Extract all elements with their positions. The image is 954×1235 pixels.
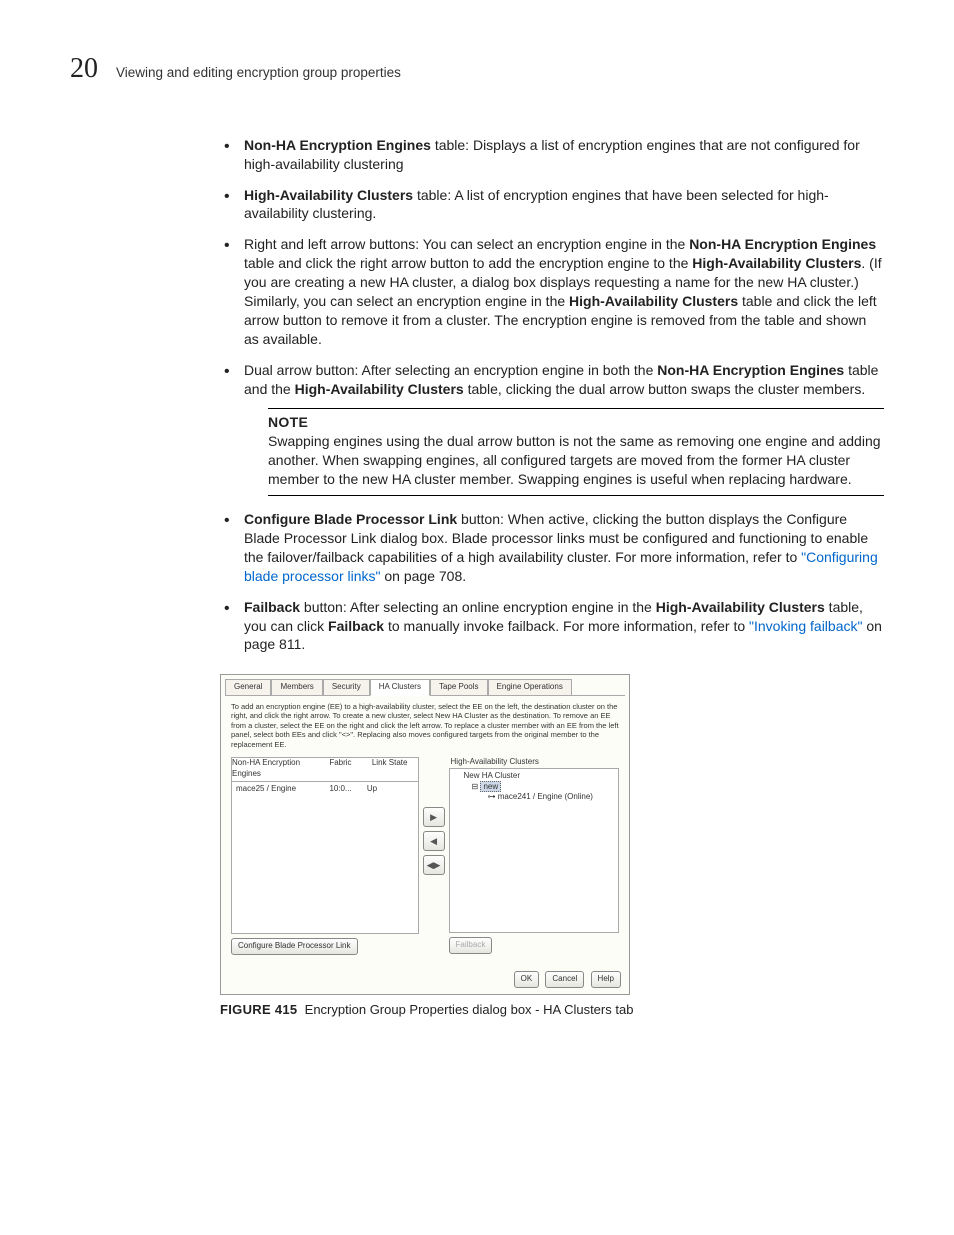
text: table and click the right arrow button t…	[244, 255, 692, 271]
col-header: Link State	[372, 758, 418, 780]
cell-fabric: 10:0...	[329, 784, 366, 795]
tree-item-label: mace241 / Engine (Online)	[498, 792, 593, 801]
failback-button[interactable]: Failback	[449, 937, 493, 954]
body-content: Non-HA Encryption Engines table: Display…	[220, 136, 884, 1018]
help-button[interactable]: Help	[591, 971, 621, 988]
tab-tape-pools[interactable]: Tape Pools	[430, 679, 488, 696]
list-item: Failback button: After selecting an onli…	[220, 598, 884, 655]
list-item: Right and left arrow buttons: You can se…	[220, 235, 884, 348]
ha-clusters-tree[interactable]: New HA Cluster ⊟ new ⊶ mace241 / Engine …	[449, 768, 619, 933]
chapter-title: Viewing and editing encryption group pro…	[116, 64, 401, 82]
tree-item-new-ha-cluster[interactable]: New HA Cluster	[454, 771, 614, 782]
tree-item-cluster[interactable]: ⊟ new	[454, 782, 614, 793]
dialog-encryption-group-properties: General Members Security HA Clusters Tap…	[220, 674, 630, 994]
chapter-number: 20	[70, 50, 98, 88]
note-label: NOTE	[268, 413, 884, 432]
term: High-Availability Clusters	[295, 381, 464, 397]
col-header: Fabric	[329, 758, 366, 780]
cell-engine[interactable]: mace25 / Engine	[236, 784, 329, 795]
tree-item-engine[interactable]: ⊶ mace241 / Engine (Online)	[454, 792, 614, 803]
term: High-Availability Clusters	[656, 599, 825, 615]
tab-engine-operations[interactable]: Engine Operations	[488, 679, 572, 696]
term: High-Availability Clusters	[692, 255, 861, 271]
figure-label: FIGURE 415	[220, 1002, 297, 1017]
term: Configure Blade Processor Link	[244, 511, 457, 527]
ha-clusters-label: High-Availability Clusters	[449, 757, 619, 768]
page-header: 20 Viewing and editing encryption group …	[70, 50, 884, 88]
arrow-right-button[interactable]: ▶	[423, 807, 445, 827]
arrow-left-button[interactable]: ◀	[423, 831, 445, 851]
text: button: After selecting an online encryp…	[300, 599, 656, 615]
list-item: Non-HA Encryption Engines table: Display…	[220, 136, 884, 174]
term: Non-HA Encryption Engines	[244, 137, 431, 153]
note-text: Swapping engines using the dual arrow bu…	[268, 432, 884, 489]
ok-button[interactable]: OK	[514, 971, 540, 988]
tab-security[interactable]: Security	[323, 679, 370, 696]
list-item: Dual arrow button: After selecting an en…	[220, 361, 884, 496]
term: High-Availability Clusters	[244, 187, 413, 203]
tab-strip: General Members Security HA Clusters Tap…	[225, 679, 625, 696]
text: on page 708.	[380, 568, 466, 584]
term: Non-HA Encryption Engines	[657, 362, 844, 378]
tab-general[interactable]: General	[225, 679, 271, 696]
link-invoking-failback[interactable]: "Invoking failback"	[749, 618, 862, 634]
term: Failback	[328, 618, 384, 634]
tree-item-label: new	[480, 781, 501, 792]
arrow-swap-button[interactable]: ◀▶	[423, 855, 445, 875]
tab-members[interactable]: Members	[271, 679, 322, 696]
non-ha-engines-list[interactable]: Non-HA Encryption Engines Fabric Link St…	[231, 757, 419, 934]
cell-link-state: Up	[367, 784, 414, 795]
note-block: NOTE Swapping engines using the dual arr…	[268, 408, 884, 496]
term: Failback	[244, 599, 300, 615]
term: High-Availability Clusters	[569, 293, 738, 309]
text: Right and left arrow buttons: You can se…	[244, 236, 689, 252]
list-item: Configure Blade Processor Link button: W…	[220, 510, 884, 586]
cancel-button[interactable]: Cancel	[545, 971, 584, 988]
tab-ha-clusters[interactable]: HA Clusters	[370, 679, 430, 696]
bullet-list: Non-HA Encryption Engines table: Display…	[220, 136, 884, 654]
col-header: Non-HA Encryption Engines	[232, 758, 323, 780]
figure-caption: FIGURE 415 Encryption Group Properties d…	[220, 1001, 884, 1019]
text: table, clicking the dual arrow button sw…	[464, 381, 866, 397]
figure-text: Encryption Group Properties dialog box -…	[305, 1002, 634, 1017]
term: Non-HA Encryption Engines	[689, 236, 876, 252]
dialog-instructions: To add an encryption engine (EE) to a hi…	[231, 702, 619, 749]
list-item: High-Availability Clusters table: A list…	[220, 186, 884, 224]
text: to manually invoke failback. For more in…	[384, 618, 749, 634]
configure-blade-processor-link-button[interactable]: Configure Blade Processor Link	[231, 938, 358, 955]
text: Dual arrow button: After selecting an en…	[244, 362, 657, 378]
